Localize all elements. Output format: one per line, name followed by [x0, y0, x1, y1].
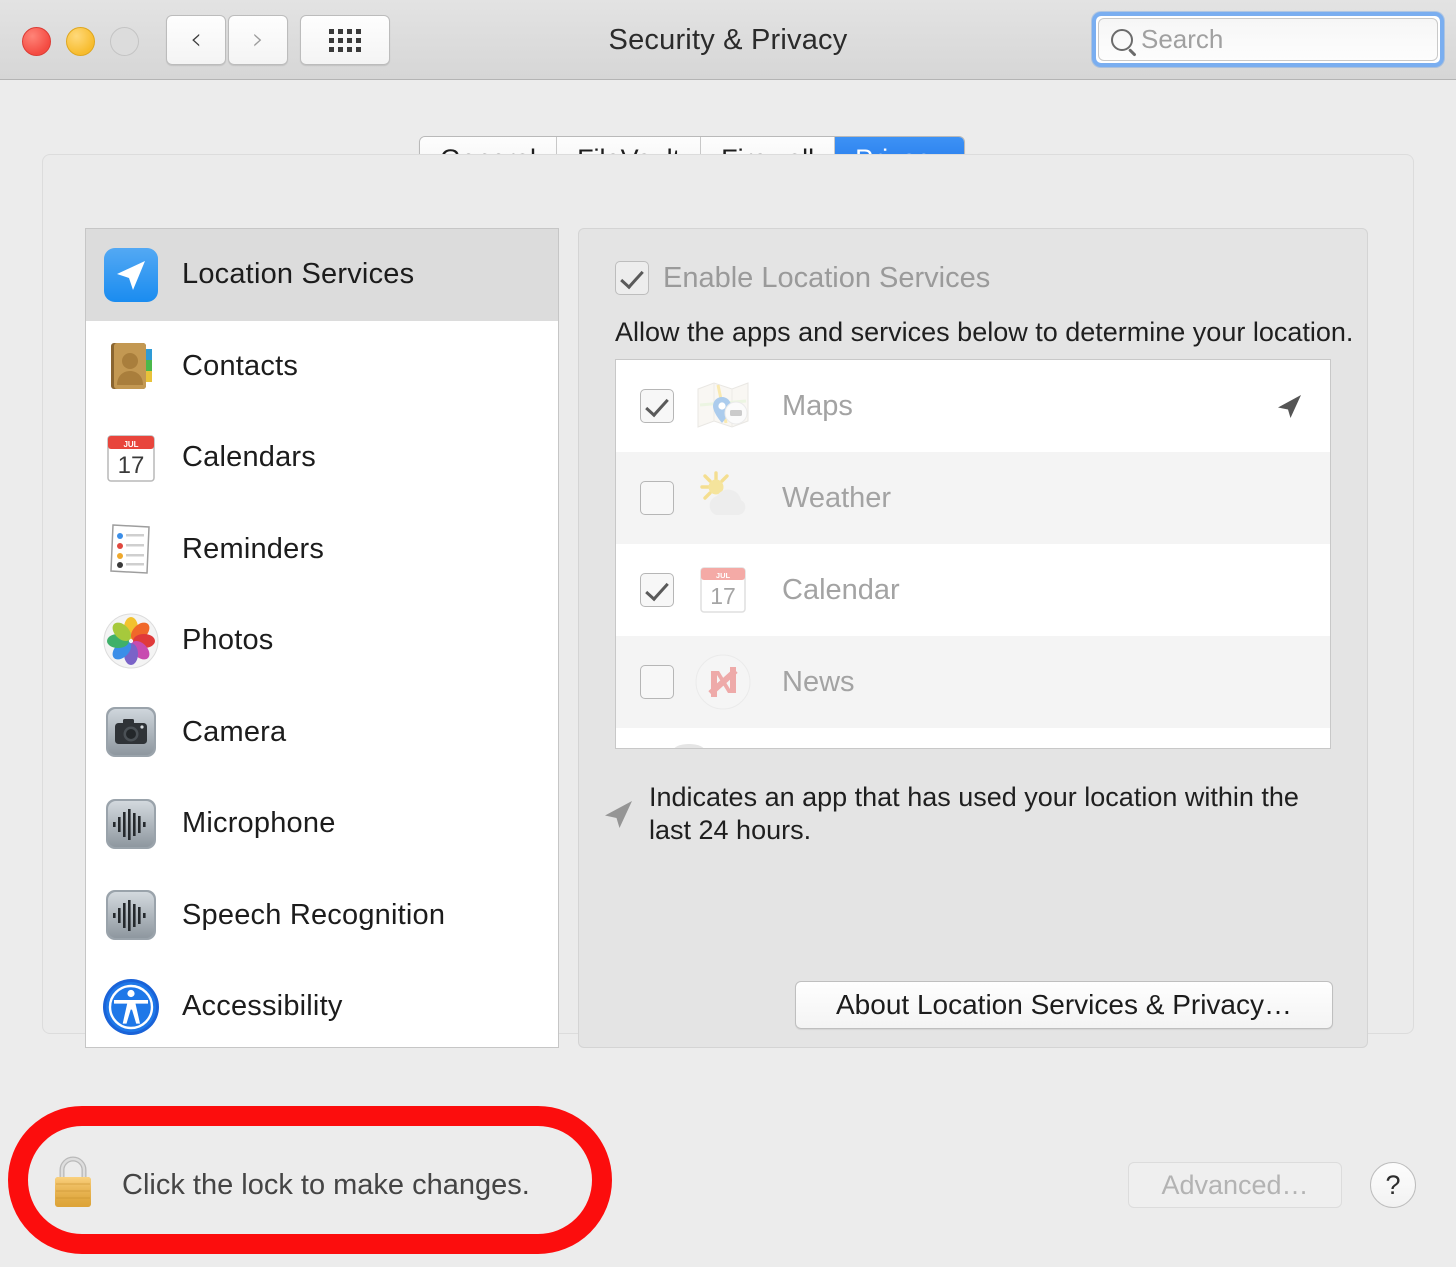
svg-text:JUL: JUL: [716, 571, 731, 580]
waveform-icon: [100, 793, 162, 855]
app-permission-checkbox[interactable]: [640, 665, 674, 699]
lock-status-text: Click the lock to make changes.: [122, 1169, 530, 1201]
app-permission-checkbox[interactable]: [640, 573, 674, 607]
location-arrow-icon: [100, 244, 162, 306]
app-list-row-partial[interactable]: [616, 728, 1330, 748]
sidebar-item-reminders[interactable]: Reminders: [86, 504, 558, 596]
svg-text:17: 17: [118, 452, 145, 479]
sidebar-item-contacts[interactable]: Contacts: [86, 321, 558, 413]
contacts-book-icon: [100, 335, 162, 397]
camera-icon: [100, 701, 162, 763]
sidebar-item-label: Reminders: [182, 532, 325, 565]
accessibility-person-icon: [100, 976, 162, 1038]
sidebar-item-label: Microphone: [182, 807, 336, 840]
clipped-app-icon: [658, 743, 720, 748]
calendar-icon: JUL 17: [692, 559, 754, 621]
search-field-wrapper[interactable]: Search: [1092, 12, 1444, 67]
sidebar-item-label: Location Services: [182, 258, 415, 291]
svg-text:JUL: JUL: [123, 440, 138, 449]
photos-pinwheel-icon: [100, 610, 162, 672]
sidebar-item-label: Contacts: [182, 349, 299, 382]
sidebar-item-label: Photos: [182, 624, 274, 657]
about-location-services-privacy-button[interactable]: About Location Services & Privacy…: [795, 981, 1333, 1029]
app-name: News: [782, 665, 855, 698]
app-name: Maps: [782, 389, 853, 422]
app-list-row[interactable]: Maps: [616, 360, 1330, 452]
panel-description: Allow the apps and services below to det…: [615, 317, 1354, 347]
padlock-closed-icon[interactable]: [46, 1152, 100, 1219]
enable-location-services-checkbox[interactable]: [615, 261, 649, 295]
help-button[interactable]: ?: [1370, 1162, 1416, 1208]
sidebar-item-calendars[interactable]: JUL 17 Calendars: [86, 412, 558, 504]
preferences-window: ‹ › Security & Privacy Search General Fi…: [0, 0, 1456, 1267]
sidebar-item-accessibility[interactable]: Accessibility: [86, 961, 558, 1047]
weather-icon: [692, 467, 754, 529]
calendar-icon: JUL 17: [100, 427, 162, 489]
enable-location-services-row[interactable]: Enable Location Services: [615, 261, 990, 295]
sidebar-item-microphone[interactable]: Microphone: [86, 778, 558, 870]
app-name: Weather: [782, 481, 892, 514]
location-indicator-footnote: Indicates an app that has used your loca…: [601, 781, 1309, 847]
app-permission-checkbox[interactable]: [640, 481, 674, 515]
privacy-category-sidebar: Location Services Contacts JUL 17 Calend…: [85, 228, 559, 1048]
search-input[interactable]: Search: [1098, 18, 1438, 61]
window-titlebar: ‹ › Security & Privacy Search: [0, 0, 1456, 80]
sidebar-item-label: Speech Recognition: [182, 898, 446, 931]
sidebar-item-camera[interactable]: Camera: [86, 687, 558, 779]
sidebar-item-photos[interactable]: Photos: [86, 595, 558, 687]
location-services-panel: Enable Location Services Allow the apps …: [578, 228, 1368, 1048]
enable-location-services-label: Enable Location Services: [663, 261, 991, 294]
sidebar-item-location-services[interactable]: Location Services: [86, 229, 558, 321]
footnote-text: Indicates an app that has used your loca…: [649, 782, 1299, 845]
waveform-icon: [100, 884, 162, 946]
advanced-button[interactable]: Advanced…: [1128, 1162, 1342, 1208]
app-permission-checkbox[interactable]: [640, 389, 674, 423]
reminders-list-icon: [100, 518, 162, 580]
sidebar-item-label: Calendars: [182, 441, 316, 474]
svg-text:17: 17: [710, 583, 736, 609]
app-list-row[interactable]: Weather: [616, 452, 1330, 544]
sidebar-item-speech-recognition[interactable]: Speech Recognition: [86, 870, 558, 962]
app-list-row[interactable]: JUL 17 Calendar: [616, 544, 1330, 636]
sidebar-item-label: Camera: [182, 715, 287, 748]
search-placeholder: Search: [1141, 24, 1224, 54]
lock-row[interactable]: Click the lock to make changes.: [46, 1152, 530, 1219]
search-icon: [1111, 28, 1133, 51]
sidebar-item-label: Accessibility: [182, 990, 343, 1023]
location-used-indicator-icon: [1274, 391, 1304, 421]
news-icon: [692, 651, 754, 713]
location-app-list[interactable]: Maps Weather JUL 17 Calendar News: [615, 359, 1331, 749]
app-name: Calendar: [782, 573, 900, 606]
maps-icon: [692, 375, 754, 437]
app-list-row[interactable]: News: [616, 636, 1330, 728]
location-arrow-icon: [601, 797, 635, 831]
